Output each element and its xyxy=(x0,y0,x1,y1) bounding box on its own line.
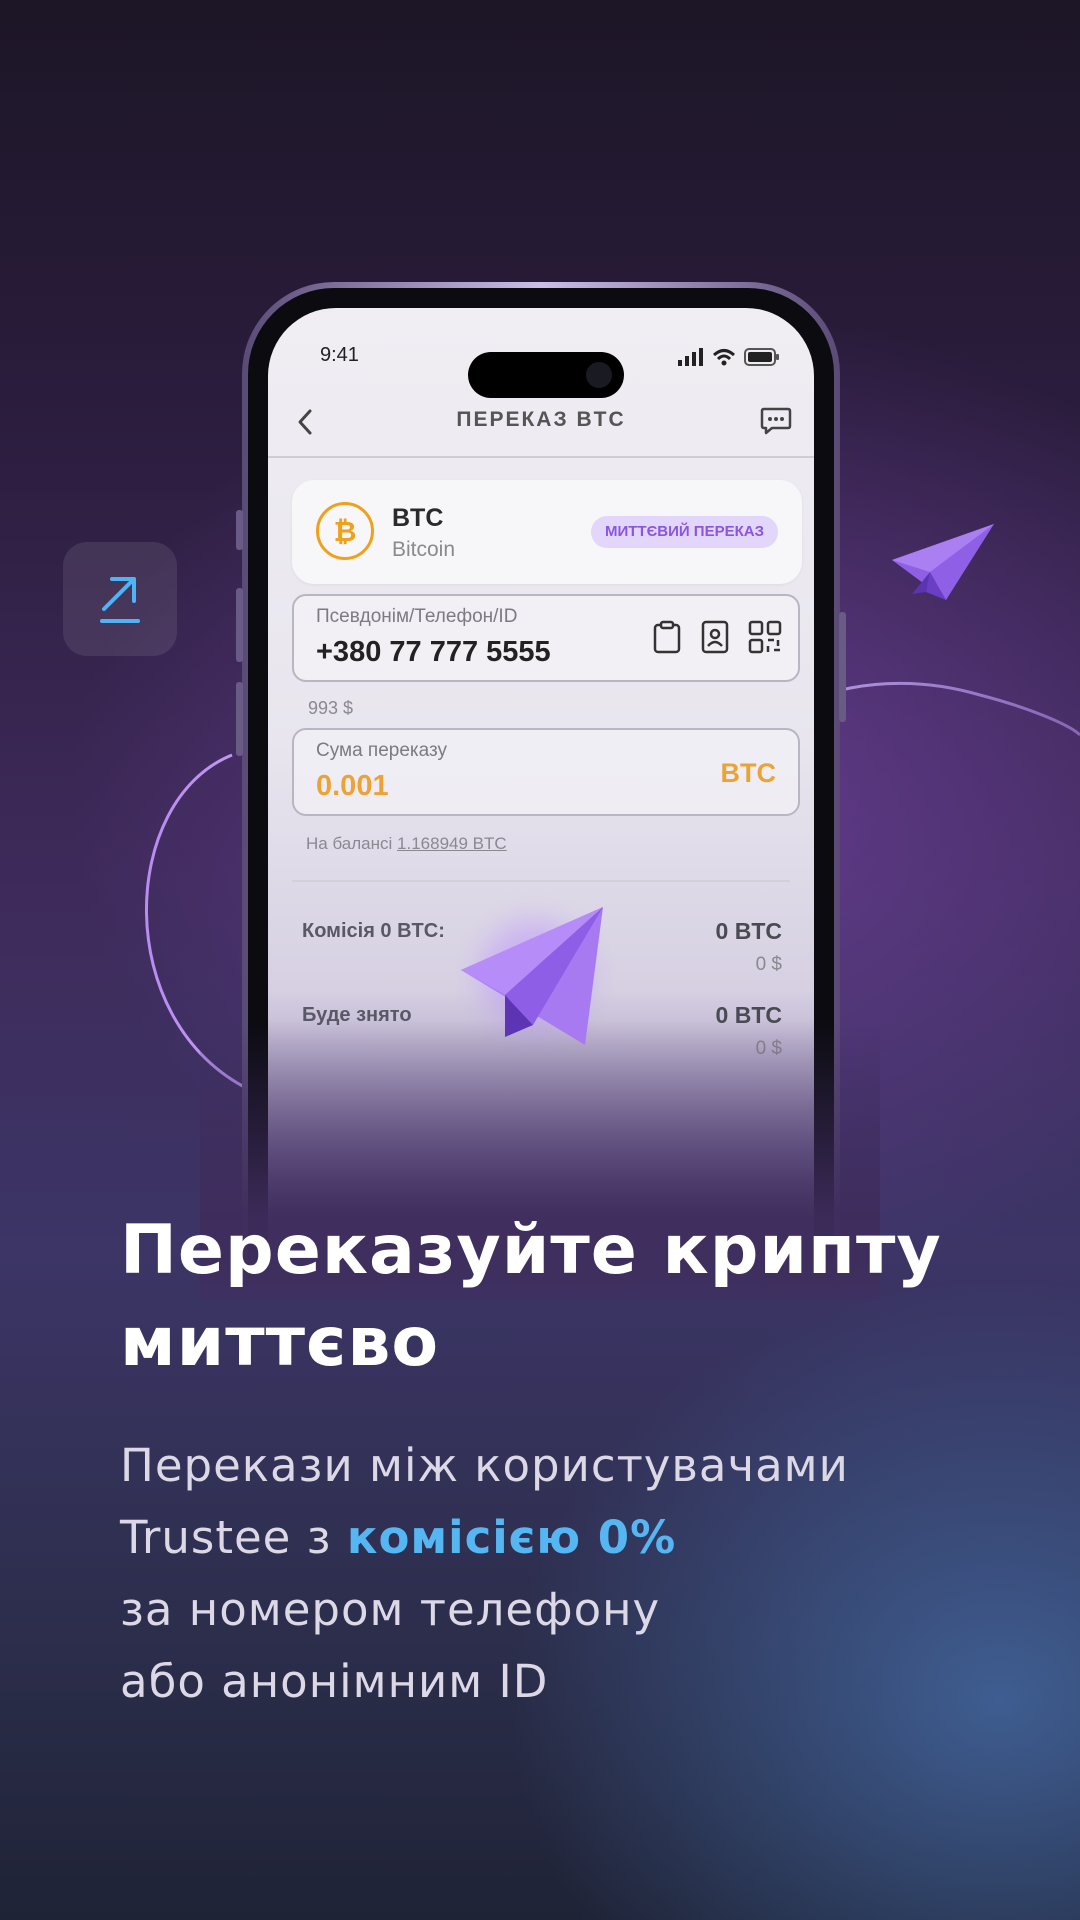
body-line-2-accent: комісією 0% xyxy=(346,1511,677,1564)
body-line-3: за номером телефону xyxy=(120,1583,661,1636)
clipboard-icon[interactable] xyxy=(652,620,682,654)
send-arrow-tile xyxy=(63,542,177,656)
fee-usd: 0 $ xyxy=(755,954,782,975)
page-title: ПЕРЕКАЗ BTC xyxy=(456,408,626,431)
fee-label: Комісія 0 BTC: xyxy=(302,920,445,942)
body-line-4: або анонімним ID xyxy=(120,1655,549,1708)
chat-icon[interactable] xyxy=(760,406,792,436)
signal-icon xyxy=(678,348,703,366)
recipient-label: Псевдонім/Телефон/ID xyxy=(316,606,518,627)
promo-body: Перекази між користувачами Trustee з ком… xyxy=(120,1430,1020,1718)
fee-value: 0 BTC xyxy=(715,918,782,944)
coin-symbol: BTC xyxy=(392,504,444,532)
headline-line-2: миттєво xyxy=(120,1303,440,1382)
coin-card[interactable]: ₿ BTC Bitcoin МИТТЄВИЙ ПЕРЕКАЗ xyxy=(292,480,802,584)
paper-plane-icon xyxy=(892,524,994,600)
nav-bar: ПЕРЕКАЗ BTC xyxy=(268,386,814,458)
arrow-up-right-icon xyxy=(100,577,140,623)
promo-headline: Переказуйте крипту миттєво xyxy=(120,1205,1000,1389)
bitcoin-logo-icon: ₿ xyxy=(316,502,374,560)
usd-hint: 993 $ xyxy=(308,698,354,718)
body-line-2-prefix: Trustee з xyxy=(120,1511,347,1564)
recipient-field[interactable]: Псевдонім/Телефон/ID +380 77 777 5555 xyxy=(292,594,800,682)
balance-value-link[interactable]: 1.168949 BTC xyxy=(397,834,507,853)
amount-field[interactable]: Сума переказу 0.001 BTC xyxy=(292,728,800,816)
balance-line: На балансі 1.168949 BTC xyxy=(306,834,507,854)
balance-prefix: На балансі xyxy=(306,834,393,853)
amount-value[interactable]: 0.001 xyxy=(316,770,389,803)
wifi-icon xyxy=(712,349,736,366)
body-line-2: Trustee з комісією 0% xyxy=(120,1502,1020,1574)
divider xyxy=(292,880,790,882)
body-line-1: Перекази між користувачами xyxy=(120,1439,849,1492)
amount-label: Сума переказу xyxy=(316,740,447,761)
headline-line-1: Переказуйте крипту xyxy=(120,1211,942,1290)
qr-scan-icon[interactable] xyxy=(748,620,782,654)
contacts-icon[interactable] xyxy=(700,620,730,654)
recipient-value[interactable]: +380 77 777 5555 xyxy=(316,636,551,669)
instant-transfer-badge: МИТТЄВИЙ ПЕРЕКАЗ xyxy=(590,516,778,548)
status-time: 9:41 xyxy=(320,344,359,366)
amount-unit: BTC xyxy=(720,758,777,788)
battery-icon xyxy=(744,348,779,366)
status-bar: 9:41 xyxy=(268,336,814,398)
coin-name: Bitcoin xyxy=(392,538,456,561)
paper-plane-large-icon xyxy=(461,907,603,1045)
